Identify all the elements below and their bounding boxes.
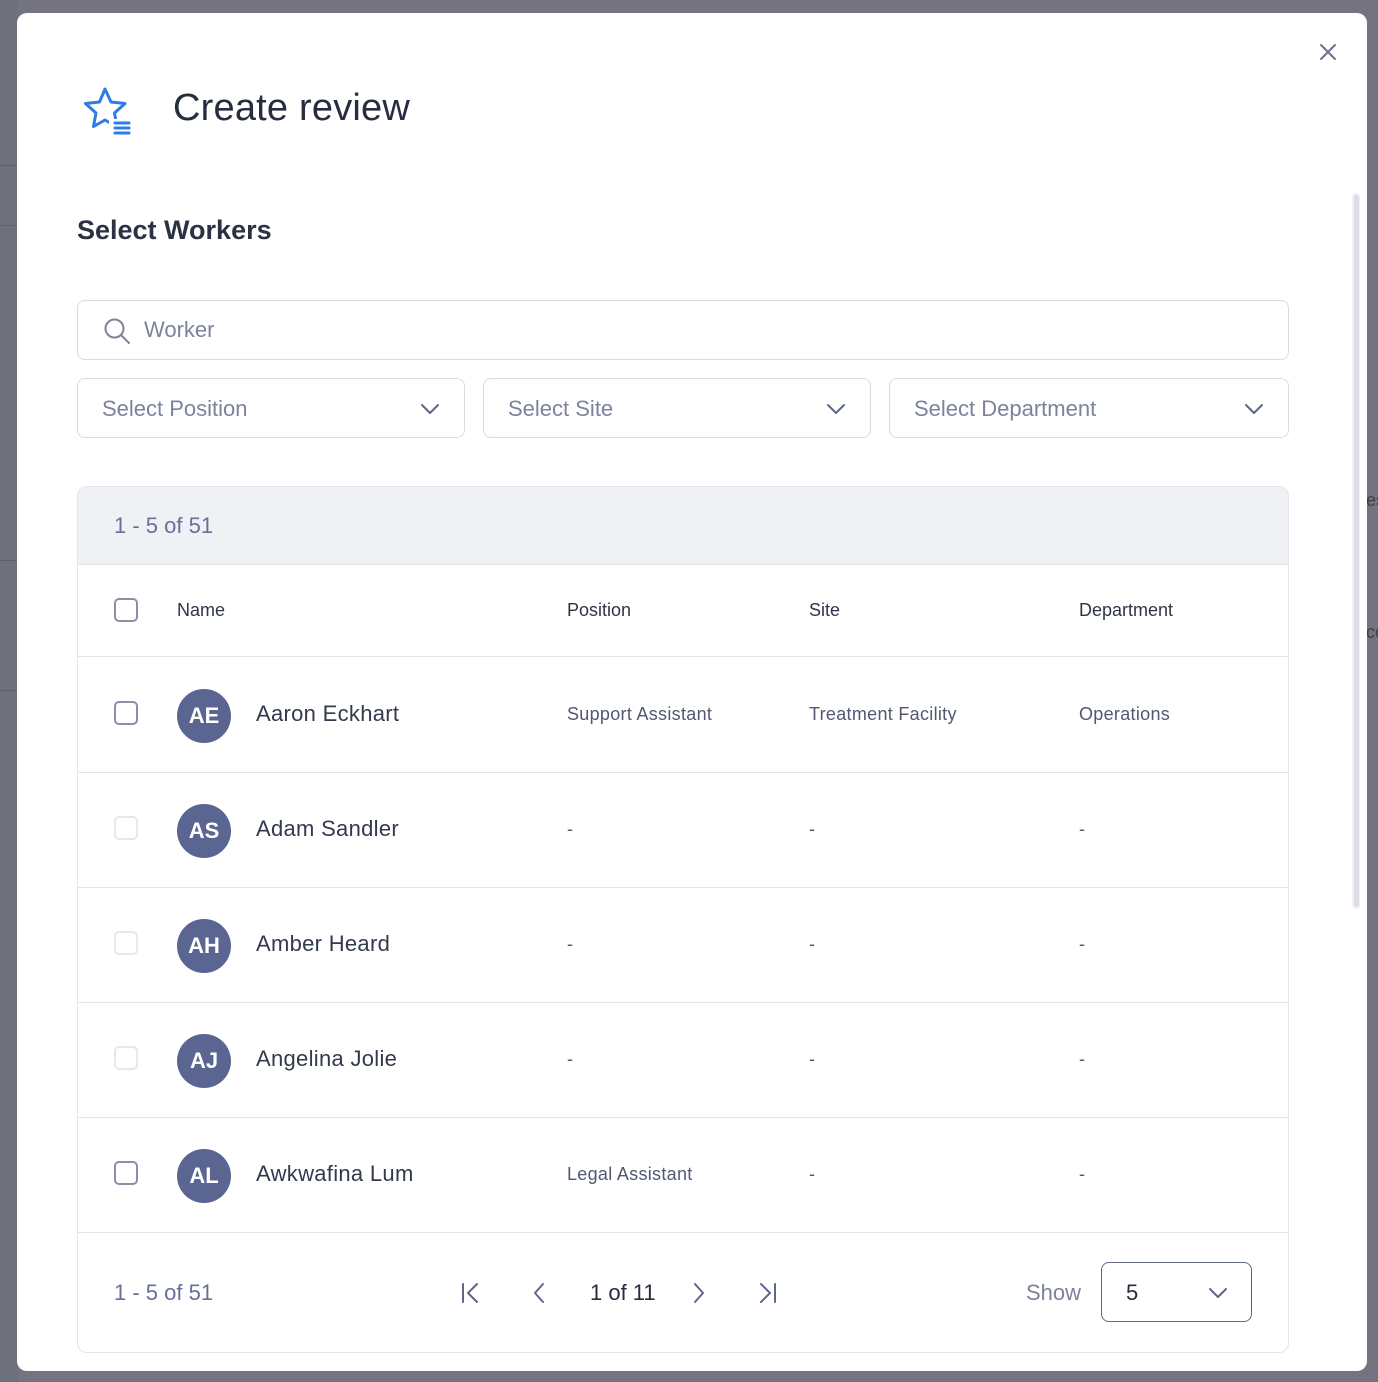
avatar: AH xyxy=(177,919,231,973)
backdrop-text: es xyxy=(1366,490,1378,510)
column-header-department[interactable]: Department xyxy=(1079,600,1173,621)
table-row[interactable]: AH Amber Heard - - - xyxy=(78,888,1288,1003)
backdrop-divider xyxy=(0,690,18,691)
last-page-button[interactable] xyxy=(754,1279,782,1307)
scrollbar-thumb[interactable] xyxy=(1354,195,1359,907)
search-field[interactable] xyxy=(77,300,1289,360)
modal-title: Create review xyxy=(173,87,411,129)
page-indicator: 1 of 11 xyxy=(590,1280,656,1305)
page-size-value: 5 xyxy=(1126,1280,1139,1305)
table-summary-bar: 1 - 5 of 51 xyxy=(78,487,1288,565)
avatar: AL xyxy=(177,1149,231,1203)
table-row[interactable]: AJ Angelina Jolie - - - xyxy=(78,1003,1288,1118)
table-row[interactable]: AL Awkwafina Lum Legal Assistant - - xyxy=(78,1118,1288,1233)
worker-name: Amber Heard xyxy=(256,931,391,956)
chevron-down-icon xyxy=(421,404,439,414)
pagination-bar: 1 - 5 of 51 1 of 11 Show 5 xyxy=(78,1233,1288,1352)
pagination-count: 1 - 5 of 51 xyxy=(114,1280,214,1305)
search-icon xyxy=(104,318,130,344)
chevron-down-icon xyxy=(1209,1288,1227,1298)
table-row[interactable]: AS Adam Sandler - - - xyxy=(78,773,1288,888)
create-review-modal: Create review Select Workers Select Posi… xyxy=(17,13,1367,1371)
avatar: AE xyxy=(177,689,231,743)
worker-name: Adam Sandler xyxy=(256,816,400,841)
backdrop-divider xyxy=(0,165,18,166)
worker-site: - xyxy=(809,819,816,839)
worker-site: Treatment Facility xyxy=(809,704,957,724)
worker-name: Awkwafina Lum xyxy=(256,1161,414,1186)
chevron-down-icon xyxy=(827,404,845,414)
worker-department: - xyxy=(1079,1164,1086,1184)
workers-table: 1 - 5 of 51 Name Position Site Departmen… xyxy=(77,486,1289,1353)
row-checkbox[interactable] xyxy=(114,816,138,840)
row-checkbox[interactable] xyxy=(114,701,138,725)
backdrop-text: co xyxy=(1366,622,1378,642)
search-input[interactable] xyxy=(144,301,1244,359)
worker-name: Angelina Jolie xyxy=(256,1046,398,1071)
department-select-label: Select Department xyxy=(914,396,1097,421)
site-select[interactable]: Select Site xyxy=(483,378,871,438)
worker-position: - xyxy=(567,1049,574,1069)
worker-site: - xyxy=(809,1049,816,1069)
show-label: Show xyxy=(1026,1280,1082,1305)
worker-department: - xyxy=(1079,819,1086,839)
avatar: AJ xyxy=(177,1034,231,1088)
column-header-site[interactable]: Site xyxy=(809,600,840,621)
position-select-label: Select Position xyxy=(102,396,248,421)
row-checkbox[interactable] xyxy=(114,931,138,955)
star-list-icon xyxy=(84,87,131,135)
worker-position: Support Assistant xyxy=(567,704,713,724)
table-header: Name Position Site Department xyxy=(78,565,1288,657)
position-select[interactable]: Select Position xyxy=(77,378,465,438)
first-page-icon xyxy=(462,1283,478,1303)
row-checkbox[interactable] xyxy=(114,1046,138,1070)
result-count: 1 - 5 of 51 xyxy=(114,513,214,538)
column-header-position[interactable]: Position xyxy=(567,600,631,621)
worker-name: Aaron Eckhart xyxy=(256,701,400,726)
previous-page-button[interactable] xyxy=(526,1279,554,1307)
backdrop-divider xyxy=(0,560,18,561)
first-page-button[interactable] xyxy=(456,1279,484,1307)
worker-department: - xyxy=(1079,934,1086,954)
worker-department: - xyxy=(1079,1049,1086,1069)
worker-position: Legal Assistant xyxy=(567,1164,693,1184)
worker-position: - xyxy=(567,934,574,954)
worker-site: - xyxy=(809,1164,816,1184)
site-select-label: Select Site xyxy=(508,396,614,421)
close-icon xyxy=(1320,44,1336,60)
worker-site: - xyxy=(809,934,816,954)
page-size-select[interactable]: 5 xyxy=(1101,1262,1252,1322)
last-page-icon xyxy=(760,1283,776,1303)
table-row[interactable]: AE Aaron Eckhart Support Assistant Treat… xyxy=(78,658,1288,773)
chevron-down-icon xyxy=(1245,404,1263,414)
next-page-button[interactable] xyxy=(684,1279,712,1307)
row-checkbox[interactable] xyxy=(114,1161,138,1185)
backdrop-divider xyxy=(0,225,18,226)
worker-department: Operations xyxy=(1079,704,1171,724)
close-button[interactable] xyxy=(1313,37,1343,67)
section-title: Select Workers xyxy=(77,215,272,245)
worker-position: - xyxy=(567,819,574,839)
chevron-right-icon xyxy=(694,1283,704,1303)
backdrop xyxy=(0,0,18,1382)
avatar: AS xyxy=(177,804,231,858)
column-header-name[interactable]: Name xyxy=(177,600,225,621)
department-select[interactable]: Select Department xyxy=(889,378,1289,438)
select-all-checkbox[interactable] xyxy=(114,598,138,622)
chevron-left-icon xyxy=(534,1283,544,1303)
